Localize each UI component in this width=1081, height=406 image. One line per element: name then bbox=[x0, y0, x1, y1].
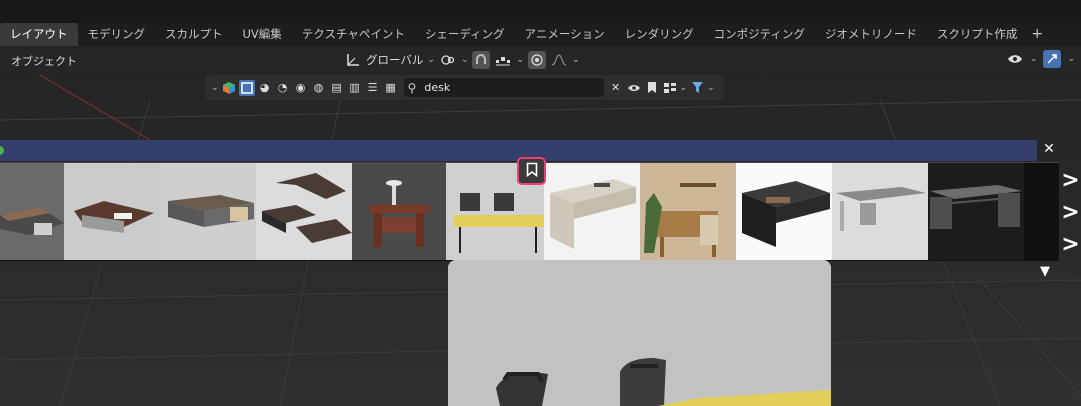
funnel-icon[interactable] bbox=[689, 80, 705, 96]
brush-category-icon[interactable]: ▤ bbox=[329, 80, 345, 96]
title-bar bbox=[0, 0, 1081, 23]
visibility-icon[interactable] bbox=[1006, 50, 1024, 68]
asset-thumbnail[interactable] bbox=[736, 163, 832, 260]
overlay-controls: ⌄ ⌄ bbox=[1006, 50, 1075, 68]
add-workspace-button[interactable]: + bbox=[1027, 23, 1047, 46]
nodegroup-category-icon[interactable]: ☰ bbox=[365, 80, 381, 96]
chevron-down-icon[interactable]: ⌄ bbox=[1067, 54, 1075, 64]
hierarchy-icon[interactable] bbox=[662, 80, 678, 96]
asset-thumbnail[interactable] bbox=[256, 163, 352, 260]
chevron-down-icon[interactable]: ⌄ bbox=[1030, 54, 1038, 64]
tab-compositing[interactable]: コンポジティング bbox=[704, 23, 815, 46]
triangle-down-icon[interactable]: ▼ bbox=[1040, 264, 1050, 279]
hdri-category-icon[interactable]: ◔ bbox=[275, 80, 291, 96]
bookmark-highlight-button[interactable] bbox=[517, 157, 546, 185]
search-input-value: desk bbox=[424, 81, 451, 94]
asset-thumbnail[interactable] bbox=[160, 163, 256, 260]
tab-layout[interactable]: レイアウト bbox=[0, 23, 78, 46]
chevron-down-icon[interactable]: ⌄ bbox=[461, 55, 469, 65]
asset-thumbnail[interactable] bbox=[0, 163, 64, 260]
chevron-right-icon[interactable]: > bbox=[1061, 200, 1079, 225]
falloff-icon[interactable] bbox=[550, 51, 568, 69]
asset-thumbnail[interactable] bbox=[640, 163, 736, 260]
gizmo-toggle-icon[interactable] bbox=[1043, 50, 1062, 68]
tab-modeling[interactable]: モデリング bbox=[78, 23, 156, 46]
bookmark-icon[interactable] bbox=[644, 80, 660, 96]
material-category-icon[interactable]: ◉ bbox=[293, 80, 309, 96]
addon-logo-icon bbox=[221, 80, 237, 96]
snap-toggle-icon[interactable] bbox=[472, 51, 491, 69]
pivot-point-icon[interactable] bbox=[439, 51, 457, 69]
chevron-down-icon[interactable]: ⌄ bbox=[427, 55, 435, 65]
model-category-icon[interactable] bbox=[238, 79, 255, 96]
scene-category-icon[interactable]: ◕ bbox=[257, 80, 273, 96]
asset-thumbnail[interactable] bbox=[832, 163, 928, 260]
eye-icon[interactable] bbox=[626, 80, 642, 96]
orientation-dropdown[interactable]: グローバル bbox=[366, 52, 423, 68]
tab-rendering[interactable]: レンダリング bbox=[615, 23, 704, 46]
asset-preview-image bbox=[448, 260, 831, 406]
snap-target-icon[interactable] bbox=[494, 51, 512, 69]
tab-scripting[interactable]: スクリプト作成 bbox=[927, 23, 1028, 46]
chevron-right-icon[interactable]: > bbox=[1061, 232, 1079, 257]
chevron-down-icon[interactable]: ⌄ bbox=[516, 55, 524, 65]
tab-animation[interactable]: アニメーション bbox=[515, 23, 615, 46]
addon-category-icon[interactable]: ▦ bbox=[383, 80, 399, 96]
chevron-down-icon[interactable]: ⌄ bbox=[680, 83, 688, 93]
asset-thumbnail[interactable] bbox=[544, 163, 640, 260]
transform-orientation-icon[interactable] bbox=[344, 51, 362, 69]
tab-uv-editing[interactable]: UV編集 bbox=[233, 23, 292, 46]
close-icon[interactable]: ✕ bbox=[1040, 140, 1058, 158]
tab-shading[interactable]: シェーディング bbox=[415, 23, 515, 46]
search-icon: ⚲ bbox=[407, 80, 417, 95]
chevron-down-icon[interactable]: ⌄ bbox=[707, 83, 715, 93]
transform-controls: グローバル ⌄ ⌄ ⌄ ⌄ bbox=[344, 50, 580, 70]
tab-texture-paint[interactable]: テクスチャペイント bbox=[292, 23, 415, 46]
asset-thumbnail[interactable] bbox=[928, 163, 1024, 260]
workspace-tabs: レイアウト モデリング スカルプト UV編集 テクスチャペイント シェーディング… bbox=[0, 23, 1081, 46]
close-icon[interactable]: ✕ bbox=[608, 80, 624, 96]
asset-search-bar: ⌄ ◕ ◔ ◉ ◍ ▤ ▥ ☰ ▦ ⚲ desk ✕ ⌄ ⌄ bbox=[205, 75, 724, 100]
asset-thumbnail[interactable] bbox=[64, 163, 160, 260]
world-category-icon[interactable]: ◍ bbox=[311, 80, 327, 96]
viewport-header: オブジェクト グローバル ⌄ ⌄ ⌄ ⌄ ⌄ ⌄ bbox=[0, 47, 1081, 73]
chevron-right-icon[interactable]: > bbox=[1061, 168, 1079, 193]
search-input[interactable]: ⚲ desk bbox=[403, 78, 604, 97]
object-mode-menu[interactable]: オブジェクト bbox=[11, 53, 77, 69]
asset-thumbnail[interactable] bbox=[352, 163, 446, 260]
collapse-chevron-icon[interactable]: ⌄ bbox=[211, 83, 219, 93]
proportional-editing-icon[interactable] bbox=[528, 51, 547, 69]
tab-sculpt[interactable]: スカルプト bbox=[155, 23, 233, 46]
tab-geometry-nodes[interactable]: ジオメトリノード bbox=[815, 23, 927, 46]
asset-preview-popup bbox=[448, 260, 831, 406]
printable-category-icon[interactable]: ▥ bbox=[347, 80, 363, 96]
asset-strip-navigation: > > > bbox=[1060, 165, 1081, 260]
chevron-down-icon[interactable]: ⌄ bbox=[572, 55, 580, 65]
bookmark-icon bbox=[526, 162, 538, 181]
